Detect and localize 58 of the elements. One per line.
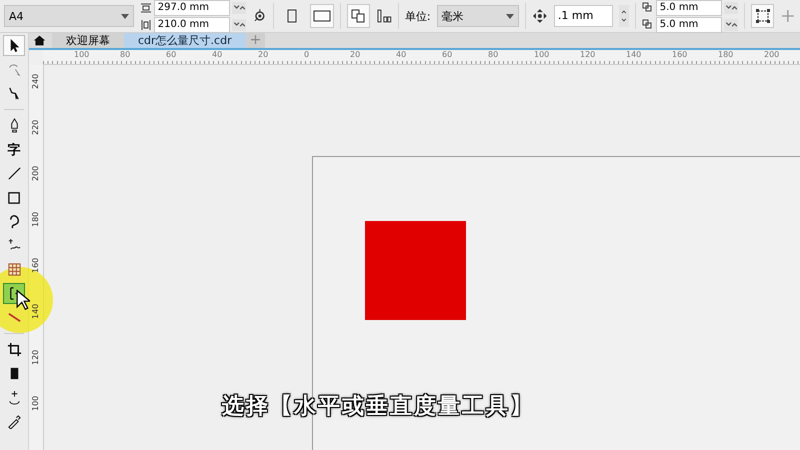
page-height-icon	[140, 18, 152, 30]
duplicate-y-field[interactable]: 5.0 mm	[656, 16, 722, 32]
document-tab[interactable]: 欢迎屏幕	[52, 33, 124, 48]
spinner-icon[interactable]	[232, 18, 246, 30]
page-width-icon	[140, 2, 152, 14]
page-height-field[interactable]: 210.0 mm	[154, 16, 230, 32]
ruler-label: 180	[718, 50, 734, 59]
ruler-label: 140	[626, 50, 642, 59]
home-icon[interactable]	[33, 34, 46, 47]
duplicate-x-icon	[642, 2, 654, 14]
ruler-label: 100	[31, 396, 40, 411]
ruler-label: 80	[488, 50, 498, 59]
landscape-button[interactable]	[310, 4, 334, 28]
units-dropdown[interactable]: 毫米	[436, 5, 520, 27]
ruler-label: 100	[534, 50, 550, 59]
all-pages-button[interactable]	[346, 4, 370, 28]
overlapping-pages-icon	[350, 8, 366, 24]
ruler-label: 200	[31, 166, 40, 181]
frame-button[interactable]	[750, 4, 774, 28]
duplicate-y-icon	[642, 18, 654, 30]
ruler-label: 120	[31, 350, 40, 365]
ruler-label: 20	[350, 50, 360, 59]
ruler-label: 80	[120, 50, 130, 59]
ruler-label: 60	[166, 50, 176, 59]
spinner-icon[interactable]	[232, 2, 246, 14]
duplicate-x-field[interactable]: 5.0 mm	[656, 0, 722, 16]
ruler-label: 220	[31, 120, 40, 135]
ruler-label: 100	[74, 50, 90, 59]
ruler-label: 40	[212, 50, 222, 59]
page-size-dropdown[interactable]: A4	[4, 5, 134, 27]
ruler-label: 20	[258, 50, 268, 59]
page-width-field[interactable]: 297.0 mm	[154, 0, 230, 16]
ruler-label: 140	[31, 304, 40, 319]
ruler-label: 200	[764, 50, 780, 59]
landscape-page-icon	[312, 8, 331, 24]
current-page-icon[interactable]	[376, 8, 392, 24]
caret-icon	[506, 14, 514, 18]
units-label: 单位:	[404, 8, 431, 24]
cursor-icon	[16, 289, 30, 311]
text-tool[interactable]: 字	[3, 139, 25, 160]
spinner-icon[interactable]	[618, 5, 629, 27]
ruler-label: 120	[580, 50, 596, 59]
nudge-field[interactable]: .1 mm	[554, 5, 613, 27]
nudge-icon	[532, 8, 548, 24]
spinner-icon[interactable]	[724, 18, 738, 30]
caret-icon	[120, 14, 129, 18]
caption-text: 选择【水平或垂直度量工具】	[222, 392, 534, 421]
dashed-frame-icon	[754, 8, 771, 24]
ruler-label: 0	[304, 50, 310, 59]
ruler-label: 180	[31, 212, 40, 227]
spinner-icon[interactable]	[724, 2, 738, 14]
ruler-label: 60	[442, 50, 452, 59]
ruler-label: 160	[31, 258, 40, 273]
ruler-label: 240	[31, 74, 40, 89]
document-tab[interactable]: cdr怎么量尺寸.cdr	[124, 33, 246, 48]
ruler-label: 40	[396, 50, 406, 59]
ruler-label: 160	[672, 50, 688, 59]
pointer-tool-icon[interactable]	[3, 35, 25, 56]
